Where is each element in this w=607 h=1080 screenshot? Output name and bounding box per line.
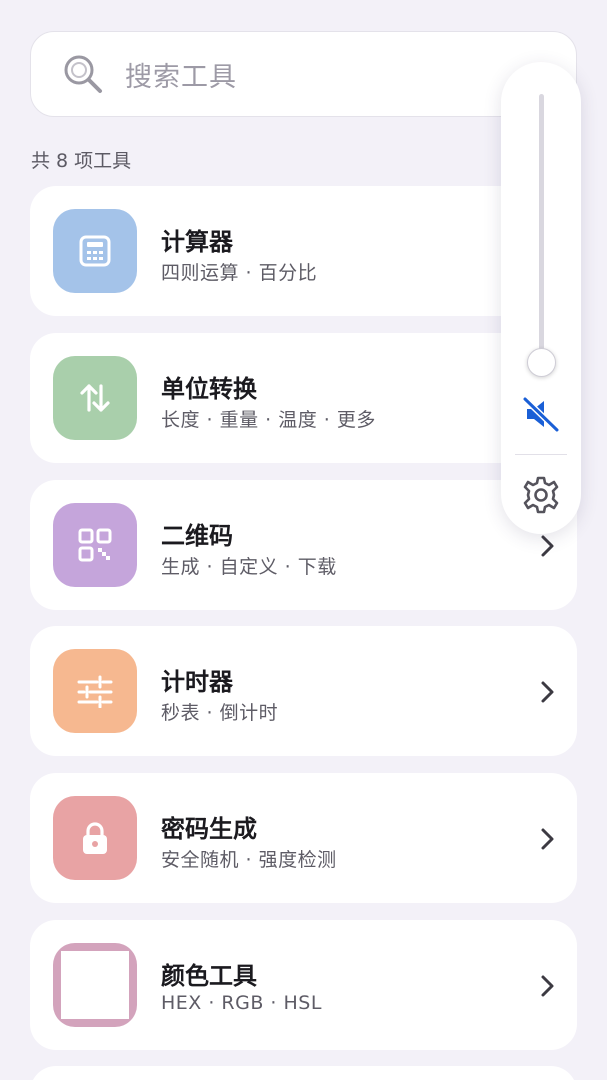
tool-tile-unit-convert [53,356,137,440]
tool-subtitle: 秒表 · 倒计时 [161,702,279,724]
tool-title: 计算器 [161,228,233,256]
tool-title: 单位转换 [161,375,257,403]
tool-tile-qr-code [53,503,137,587]
tool-card-calculator[interactable]: 计算器 四则运算 · 百分比 [30,186,577,316]
tool-subtitle: HEX · RGB · HSL [161,992,322,1014]
tool-title: 密码生成 [161,815,257,843]
swap-arrows-icon [80,384,110,412]
tool-title: 颜色工具 [161,962,257,990]
volume-panel [501,62,581,534]
lock-icon [83,822,107,854]
tool-card-timer[interactable]: 计时器 秒表 · 倒计时 [30,626,577,756]
tool-subtitle: 生成 · 自定义 · 下载 [161,556,337,578]
tool-card-qr-code[interactable]: 二维码 生成 · 自定义 · 下载 [30,480,577,610]
tool-subtitle: 长度 · 重量 · 温度 · 更多 [161,409,376,431]
volume-mute-icon[interactable] [521,394,561,434]
tool-list-screen: 搜索工具 共 8 项工具 计算器 四则运算 · 百分比 单位转换 长度 · 重量… [0,0,607,1080]
tool-card-color[interactable]: 颜色工具 HEX · RGB · HSL [30,920,577,1050]
volume-panel-divider [515,454,567,455]
tool-title: 计时器 [161,668,233,696]
search-bar[interactable]: 搜索工具 [30,31,577,117]
tool-card-password[interactable]: 密码生成 安全随机 · 强度检测 [30,773,577,903]
chevron-right-icon [541,681,554,703]
tool-tile-timer [53,649,137,733]
search-icon [64,55,102,93]
volume-slider-track[interactable] [539,94,544,360]
volume-slider-thumb[interactable] [527,348,556,377]
tool-tile-color [53,943,137,1027]
tool-card-partial[interactable] [30,1066,577,1080]
chevron-right-icon [541,535,554,557]
calculator-icon [79,235,111,267]
qr-code-icon [78,528,112,562]
tool-card-unit-convert[interactable]: 单位转换 长度 · 重量 · 温度 · 更多 [30,333,577,463]
tool-count-label: 共 8 项工具 [31,150,132,172]
timer-sliders-icon [77,675,113,708]
tool-subtitle: 四则运算 · 百分比 [161,262,318,284]
chevron-right-icon [541,828,554,850]
chevron-right-icon [541,975,554,997]
tool-tile-calculator [53,209,137,293]
search-input[interactable]: 搜索工具 [125,55,237,94]
tool-subtitle: 安全随机 · 强度检测 [161,849,337,871]
tool-title: 二维码 [161,522,233,550]
color-swatch-icon [61,951,129,1019]
tool-tile-password [53,796,137,880]
gear-icon[interactable] [521,475,561,515]
